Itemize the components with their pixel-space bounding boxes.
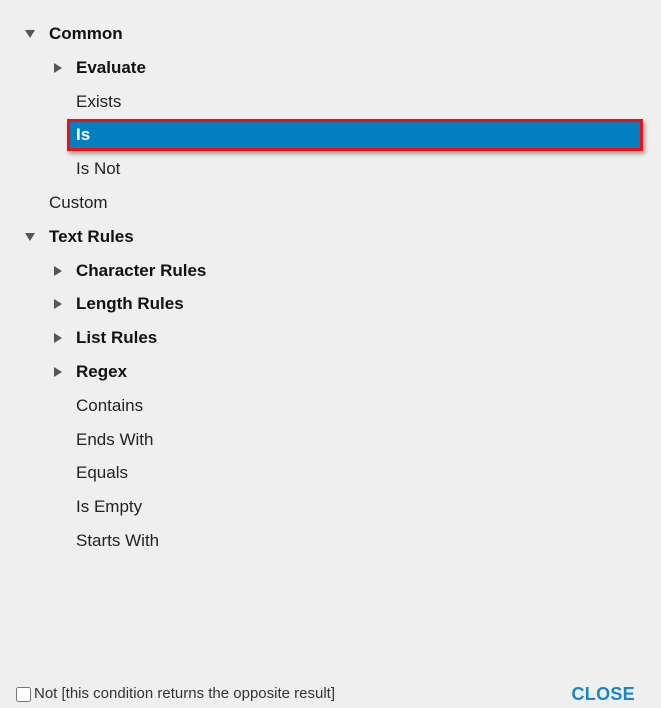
tree-node-character-rules[interactable]: Character Rules (0, 254, 661, 288)
tree-item-exists[interactable]: Exists (0, 85, 661, 119)
tree-item-ends-with[interactable]: Ends With (0, 423, 661, 457)
tree-item-custom[interactable]: Custom (0, 186, 661, 220)
expand-arrow-right-icon[interactable] (54, 62, 62, 73)
tree-node-list-rules[interactable]: List Rules (0, 321, 661, 355)
tree-node-length-rules[interactable]: Length Rules (0, 287, 661, 321)
tree-node-text-rules[interactable]: Text Rules (0, 220, 661, 254)
tree-node-evaluate[interactable]: Evaluate (0, 51, 661, 85)
tree-item-label: Is (76, 125, 91, 145)
expand-arrow-right-icon[interactable] (54, 333, 62, 344)
tree-item-label: Contains (76, 395, 144, 415)
close-button[interactable]: CLOSE (571, 684, 635, 705)
tree-item-starts-with[interactable]: Starts With (0, 524, 661, 558)
expand-arrow-down-icon[interactable] (25, 232, 35, 241)
tree-node-label: List Rules (76, 328, 158, 348)
tree-item-equals[interactable]: Equals (0, 456, 661, 490)
expand-arrow-down-icon[interactable] (25, 30, 35, 38)
tree-node-label: Length Rules (76, 294, 184, 314)
tree-item-is-not[interactable]: Is Not (0, 152, 661, 186)
tree-item-contains[interactable]: Contains (0, 389, 661, 423)
condition-tree: Common Evaluate Exists Is Is Not Custom … (0, 17, 661, 558)
not-checkbox[interactable] (16, 687, 31, 702)
tree-item-is-empty[interactable]: Is Empty (0, 490, 661, 524)
dialog-footer: Not [this condition returns the opposite… (0, 682, 661, 708)
tree-item-label: Is Empty (76, 497, 143, 517)
tree-node-regex[interactable]: Regex (0, 355, 661, 389)
expand-arrow-right-icon[interactable] (54, 366, 62, 377)
expand-arrow-right-icon[interactable] (54, 299, 62, 310)
tree-item-label: Custom (49, 192, 108, 212)
tree-node-label: Character Rules (76, 260, 207, 280)
expand-arrow-right-icon[interactable] (54, 265, 62, 276)
tree-node-label: Evaluate (76, 57, 146, 77)
tree-item-label: Ends With (76, 429, 154, 449)
tree-item-label: Is Not (76, 159, 121, 179)
tree-item-label: Exists (76, 91, 122, 111)
selected-item-highlight[interactable]: Is (67, 119, 643, 152)
tree-node-label: Regex (76, 361, 128, 381)
tree-node-common[interactable]: Common (0, 17, 661, 51)
tree-node-label: Text Rules (49, 226, 134, 246)
tree-item-label: Equals (76, 463, 128, 483)
tree-item-is-selected[interactable]: Is (0, 118, 661, 152)
tree-item-label: Starts With (76, 530, 160, 550)
tree-node-label: Common (49, 24, 123, 43)
not-checkbox-label[interactable]: Not [this condition returns the opposite… (34, 685, 335, 702)
